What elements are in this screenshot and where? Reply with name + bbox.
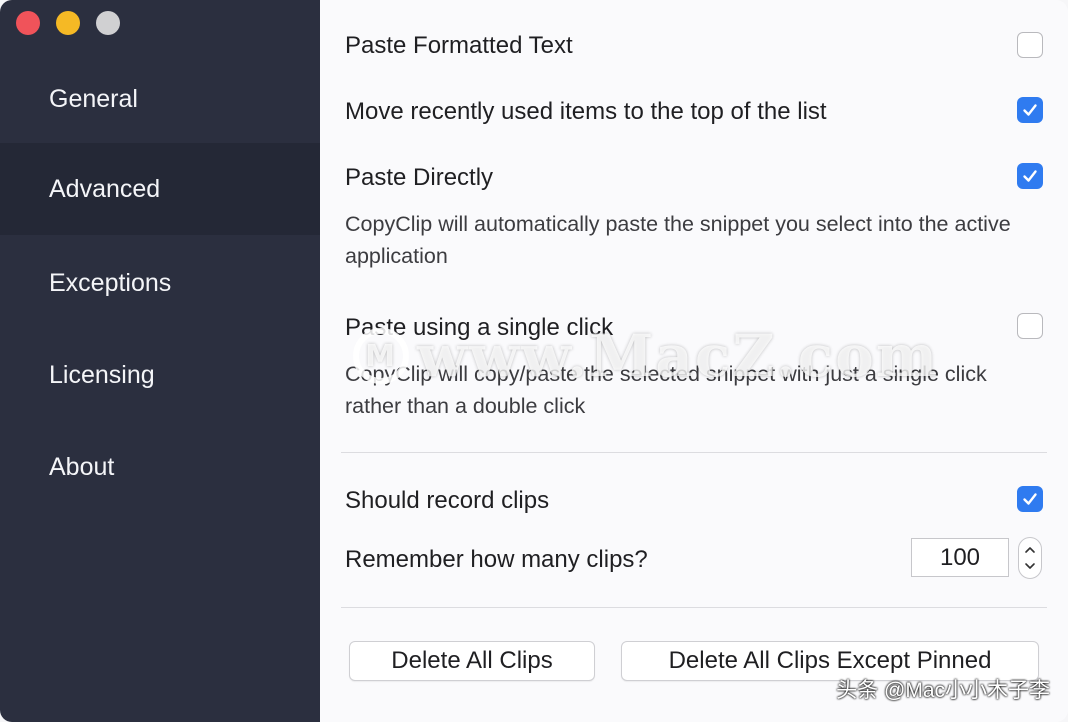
sidebar-item-about[interactable]: About <box>0 421 320 513</box>
sidebar-item-label: About <box>49 452 115 481</box>
single-click-checkbox[interactable] <box>1017 313 1043 339</box>
sidebar-item-general[interactable]: General <box>0 53 320 145</box>
clip-count-stepper[interactable] <box>1018 537 1042 579</box>
sidebar-item-licensing[interactable]: Licensing <box>0 329 320 421</box>
zoom-button[interactable] <box>96 11 120 35</box>
paste-directly-label: Paste Directly <box>345 164 494 191</box>
paste-formatted-checkbox[interactable] <box>1017 32 1043 58</box>
chevron-down-icon <box>1025 563 1035 569</box>
sidebar: General Advanced Exceptions Licensing Ab… <box>0 0 320 722</box>
paste-formatted-label: Paste Formatted Text <box>345 32 573 59</box>
paste-directly-description: CopyClip will automatically paste the sn… <box>345 212 1011 268</box>
checkmark-icon <box>1023 170 1037 182</box>
paste-directly-checkbox[interactable] <box>1017 163 1043 189</box>
stepper-up-button[interactable] <box>1019 542 1041 558</box>
checkmark-icon <box>1023 493 1037 505</box>
move-recent-checkbox[interactable] <box>1017 97 1043 123</box>
sidebar-item-label: Exceptions <box>49 268 172 297</box>
sidebar-item-label: Licensing <box>49 360 155 389</box>
window-controls <box>16 11 120 35</box>
remember-count-label: Remember how many clips? <box>345 546 648 573</box>
stepper-down-button[interactable] <box>1019 558 1041 574</box>
close-button[interactable] <box>16 11 40 35</box>
delete-all-except-pinned-button[interactable]: Delete All Clips Except Pinned <box>621 641 1039 681</box>
record-clips-label: Should record clips <box>345 487 550 514</box>
advanced-settings-panel: Paste Formatted Text Move recently used … <box>320 0 1068 722</box>
clip-count-input[interactable]: 100 <box>911 538 1009 577</box>
sidebar-item-label: General <box>49 84 138 113</box>
record-clips-checkbox[interactable] <box>1017 486 1043 512</box>
checkmark-icon <box>1023 104 1037 116</box>
delete-all-clips-button[interactable]: Delete All Clips <box>349 641 595 681</box>
move-recent-label: Move recently used items to the top of t… <box>345 98 827 125</box>
separator <box>341 452 1047 453</box>
preferences-window: General Advanced Exceptions Licensing Ab… <box>0 0 1068 722</box>
single-click-label: Paste using a single click <box>345 314 614 341</box>
separator <box>341 607 1047 608</box>
sidebar-item-exceptions[interactable]: Exceptions <box>0 237 320 329</box>
single-click-description: CopyClip will copy/paste the selected sn… <box>345 362 987 418</box>
sidebar-item-advanced[interactable]: Advanced <box>0 143 320 235</box>
sidebar-item-label: Advanced <box>49 174 161 203</box>
chevron-up-icon <box>1025 547 1035 553</box>
minimize-button[interactable] <box>56 11 80 35</box>
